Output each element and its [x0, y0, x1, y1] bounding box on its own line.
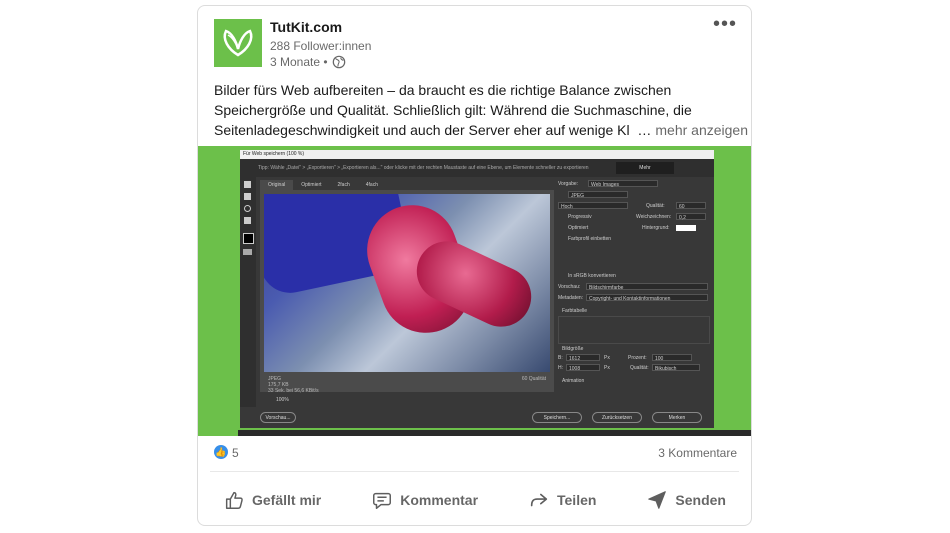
social-counts: 👍 5 3 Kommentare	[214, 445, 737, 463]
quality-label: Qualität:	[646, 203, 665, 209]
post-text-line: Speichergröße und Qualität. Schließlich …	[214, 102, 692, 118]
post-age-text: 3 Monate •	[270, 55, 328, 69]
post-age: 3 Monate •	[270, 55, 346, 69]
quality-field: 60	[676, 202, 706, 210]
help-button: Mehr	[616, 162, 674, 174]
height-field: 1008	[566, 364, 600, 372]
blur-field: 0,2	[676, 213, 706, 221]
image-shadow	[238, 430, 751, 436]
tab-2up: 2fach	[337, 182, 350, 188]
color-table-box	[558, 316, 710, 344]
quality-note: 60 Qualität	[521, 376, 546, 382]
tutkit-logo[interactable]	[214, 19, 262, 67]
comment-label: Kommentar	[400, 492, 479, 508]
tab-4up: 4fach	[365, 182, 378, 188]
divider	[210, 471, 739, 472]
see-more-link[interactable]: mehr anzeigen	[655, 122, 748, 138]
animation-label: Animation	[562, 378, 585, 384]
save-button: Speichern...	[532, 412, 582, 423]
width-unit: Px	[604, 355, 610, 361]
tab-original: Original	[260, 180, 294, 190]
ellipsis: …	[637, 122, 652, 138]
send-label: Senden	[675, 492, 726, 508]
globe-icon	[332, 55, 345, 69]
comment-count[interactable]: 3 Kommentare	[658, 446, 737, 460]
preview-button: Vorschau...	[260, 412, 296, 423]
matte-label: Hintergrund:	[642, 225, 670, 231]
width-field: 1612	[566, 354, 600, 362]
tab-optimized: Optimiert	[301, 182, 322, 188]
matte-swatch	[676, 225, 696, 231]
zoom-tool-icon	[244, 205, 251, 212]
social-actions: Gefällt mir Kommentar Teilen Senden	[198, 480, 751, 520]
post-image[interactable]: Für Web speichern (100 %) Tipp: Wähle „D…	[198, 146, 751, 436]
color-table-label: Farbtabelle	[562, 308, 588, 314]
width-label: B:	[558, 355, 563, 361]
comment-button[interactable]: Kommentar	[359, 480, 490, 520]
preview-field: Bildschirmfarbe	[586, 283, 708, 291]
author-name[interactable]: TutKit.com	[270, 19, 342, 35]
percent-field: 100	[652, 354, 692, 362]
rope-photo	[264, 194, 550, 372]
thumbs-up-icon	[225, 491, 243, 509]
follower-count: 288 Follower:innen	[270, 39, 372, 53]
photoshop-save-for-web-screenshot: Für Web speichern (100 %) Tipp: Wähle „D…	[240, 150, 714, 428]
send-button[interactable]: Senden	[634, 480, 738, 520]
convert-srgb-label: In sRGB konvertieren	[568, 273, 616, 279]
zoom-value: 100%	[276, 397, 289, 403]
blur-label: Weichzeichnen:	[636, 214, 672, 220]
metadata-label: Metadaten:	[558, 295, 584, 301]
compression-field: Hoch	[558, 202, 628, 210]
color-swatch	[243, 233, 254, 244]
view-tabs: Original Optimiert 2fach 4fach	[260, 180, 554, 190]
image-canvas: JPEG 175,7 KB 33 Sek. bei 56,6 KBit/s 60…	[260, 190, 554, 394]
resample-label: Qualität:	[630, 365, 649, 371]
post-text-line: Seitenladegeschwindigkeit und auch der S…	[214, 120, 748, 140]
settings-panel: Vorgabe: Web Images JPEG Hoch Qualität: 60 …	[558, 180, 710, 392]
image-meta: JPEG 175,7 KB 33 Sek. bei 56,6 KBit/s	[268, 376, 319, 394]
more-options-button[interactable]: •••	[709, 12, 741, 40]
dialog-footer: 100% Vorschau... Speichern... Zurücksetz…	[240, 394, 714, 428]
optimized-label: Optimiert	[568, 225, 589, 231]
share-arrow-icon	[530, 493, 548, 507]
hand-tool-icon	[244, 181, 251, 188]
height-unit: Px	[604, 365, 610, 371]
reset-button: Zurücksetzen	[592, 412, 642, 423]
toolbar	[240, 177, 256, 407]
post-text: Bilder fürs Web aufbereiten – da braucht…	[214, 80, 748, 140]
eyedropper-tool-icon	[244, 217, 251, 224]
format-field: JPEG	[568, 191, 628, 199]
preview-label: Vorschau:	[558, 284, 581, 290]
remember-button: Merken	[652, 412, 702, 423]
post-text-line: Bilder fürs Web aufbereiten – da braucht…	[214, 82, 672, 98]
slice-tool-icon	[244, 193, 251, 200]
like-label: Gefällt mir	[251, 492, 322, 508]
preset-field: Web Images	[588, 180, 658, 188]
progressive-label: Progressiv	[568, 214, 592, 220]
feed-post-card: TutKit.com 288 Follower:innen 3 Monate •…	[197, 5, 752, 526]
height-label: H:	[558, 365, 563, 371]
comment-icon	[373, 492, 392, 509]
metadata-field: Copyright- und Kontaktinformationen	[586, 294, 708, 302]
share-label: Teilen	[557, 492, 597, 508]
like-button[interactable]: Gefällt mir	[211, 480, 333, 520]
window-title: Für Web speichern (100 %)	[240, 150, 714, 159]
like-reaction-icon[interactable]: 👍	[214, 445, 228, 459]
post-text-fragment: Seitenladegeschwindigkeit und auch der S…	[214, 122, 630, 138]
embed-profile-label: Farbprofil einbetten	[568, 236, 612, 242]
share-button[interactable]: Teilen	[516, 480, 608, 520]
reaction-count[interactable]: 5	[232, 446, 239, 460]
preview-toggle-icon	[243, 249, 252, 255]
resample-field: Bikubisch	[652, 364, 700, 372]
image-size-label: Bildgröße	[562, 346, 584, 352]
preset-label: Vorgabe:	[558, 181, 579, 187]
send-icon	[648, 491, 667, 509]
percent-label: Prozent:	[628, 355, 647, 361]
